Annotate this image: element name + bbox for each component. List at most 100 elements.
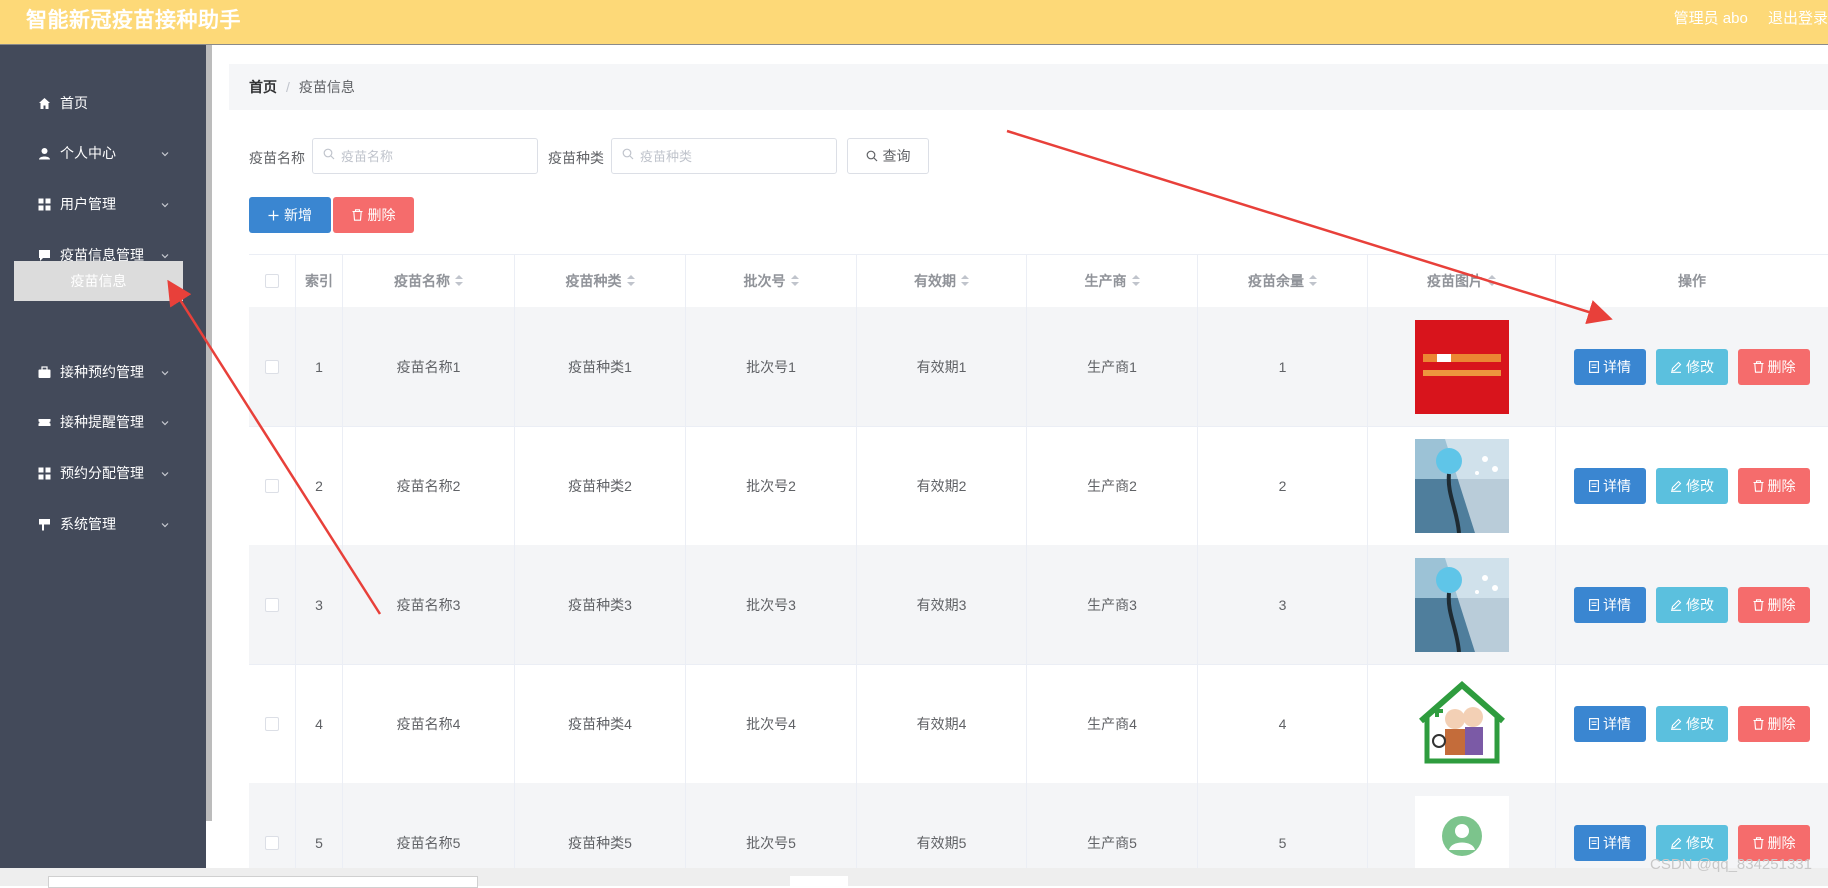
batch-delete-button[interactable]: 删除	[333, 197, 414, 233]
cell-batch: 批次号3	[686, 545, 857, 664]
column-header-batch[interactable]: 批次号	[686, 255, 857, 307]
sort-icon[interactable]	[1488, 275, 1496, 287]
row-checkbox[interactable]	[265, 716, 279, 731]
chevron-down-icon	[160, 197, 170, 213]
query-button[interactable]: 查询	[847, 138, 929, 174]
sidebar-item-reminders[interactable]: 接种提醒管理	[0, 402, 206, 442]
table-row: 5 疫苗名称5 疫苗种类5 批次号5 有效期5 生产商5 5 详情 修改 删除	[249, 783, 1828, 869]
cell-index: 5	[296, 783, 343, 869]
user-area: 管理员 abo 退出登录	[1658, 7, 1828, 28]
pencil-icon	[1670, 718, 1682, 730]
sort-icon[interactable]	[790, 275, 799, 287]
column-header-actions: 操作	[1678, 273, 1706, 289]
logout-link[interactable]: 退出登录	[1768, 10, 1828, 27]
sidebar-item-allocation[interactable]: 预约分配管理	[0, 453, 206, 493]
column-header-expiry[interactable]: 有效期	[857, 255, 1027, 307]
detail-button[interactable]: 详情	[1574, 467, 1646, 504]
detail-button[interactable]: 详情	[1574, 824, 1646, 861]
table-header: 索引 疫苗名称 疫苗种类 批次号 有效期 生产商 疫苗余量 疫苗图片 操作	[249, 255, 1828, 308]
sort-icon[interactable]	[1309, 275, 1317, 287]
current-user-label: 管理员 abo	[1673, 10, 1748, 27]
vaccine-name-field[interactable]	[312, 138, 538, 174]
breadcrumb-home[interactable]: 首页	[249, 77, 277, 97]
sidebar-item-label: 接种提醒管理	[60, 414, 144, 430]
add-button-label: 新增	[284, 207, 312, 223]
document-icon	[1589, 479, 1599, 492]
sidebar-item-profile[interactable]: 个人中心	[0, 133, 206, 173]
sidebar-item-label: 个人中心	[60, 145, 116, 161]
column-header-image[interactable]: 疫苗图片	[1368, 255, 1556, 307]
user-icon	[37, 146, 51, 160]
doctor-avatar-image	[1414, 795, 1509, 869]
edit-button[interactable]: 修改	[1656, 586, 1728, 623]
cell-expiry: 有效期1	[857, 307, 1027, 426]
chevron-down-icon	[160, 415, 170, 431]
row-delete-button[interactable]: 删除	[1738, 348, 1810, 385]
vaccine-type-field[interactable]	[611, 138, 837, 174]
row-delete-button[interactable]: 删除	[1738, 467, 1810, 504]
cell-name: 疫苗名称4	[343, 664, 515, 783]
column-header-type[interactable]: 疫苗种类	[515, 255, 686, 307]
delete-button-label: 删除	[367, 207, 396, 223]
select-all-checkbox[interactable]	[265, 274, 279, 288]
bottom-strip-tab	[790, 876, 848, 886]
column-header-maker[interactable]: 生产商	[1027, 255, 1198, 307]
breadcrumb: 首页 / 疫苗信息	[229, 64, 1828, 110]
vaccine-type-label: 疫苗种类	[548, 150, 604, 166]
bottom-strip-field	[48, 876, 478, 888]
sidebar-item-label: 首页	[60, 95, 88, 111]
chevron-down-icon	[160, 146, 170, 162]
sidebar-item-system[interactable]: 系统管理	[0, 504, 206, 544]
vaccine-name-label: 疫苗名称	[249, 150, 305, 166]
document-icon	[1589, 717, 1599, 730]
search-icon	[622, 147, 634, 165]
bottom-strip	[0, 868, 1828, 888]
sidebar-item-home[interactable]: 首页	[0, 83, 206, 123]
cell-name: 疫苗名称5	[343, 783, 515, 869]
column-header-name[interactable]: 疫苗名称	[343, 255, 515, 307]
trash-icon	[352, 209, 363, 221]
sidebar-item-users[interactable]: 用户管理	[0, 184, 206, 224]
column-header-index: 索引	[296, 255, 343, 307]
ticket-icon	[37, 415, 51, 429]
trash-icon	[1753, 360, 1764, 373]
sort-icon[interactable]	[626, 275, 635, 287]
row-checkbox[interactable]	[265, 359, 279, 374]
briefcase-icon	[37, 365, 51, 379]
vaccine-name-input[interactable]	[339, 147, 523, 165]
app-title: 智能新冠疫苗接种助手	[26, 9, 241, 32]
edit-button[interactable]: 修改	[1656, 705, 1728, 742]
row-checkbox[interactable]	[265, 478, 279, 493]
sidebar-item-appointments[interactable]: 接种预约管理	[0, 352, 206, 392]
cell-stock: 2	[1198, 426, 1368, 545]
vaccine-type-input[interactable]	[638, 147, 822, 165]
sidebar: 首页 个人中心 用户管理 疫苗信息管理 接种预约管理 接种提醒管理 预约分配管理…	[0, 45, 206, 868]
cell-name: 疫苗名称2	[343, 426, 515, 545]
trash-icon	[1753, 717, 1764, 730]
row-checkbox[interactable]	[265, 597, 279, 612]
elderly-couple-image	[1414, 676, 1509, 771]
add-button[interactable]: 新增	[249, 197, 331, 233]
cell-type: 疫苗种类3	[515, 545, 686, 664]
detail-button[interactable]: 详情	[1574, 586, 1646, 623]
column-header-stock[interactable]: 疫苗余量	[1198, 255, 1368, 307]
row-delete-button[interactable]: 删除	[1738, 586, 1810, 623]
edit-button[interactable]: 修改	[1656, 467, 1728, 504]
cell-maker: 生产商3	[1027, 545, 1198, 664]
sort-icon[interactable]	[961, 275, 969, 287]
sort-icon[interactable]	[455, 275, 463, 287]
stethoscope-image	[1414, 438, 1509, 533]
sidebar-item-label: 接种预约管理	[60, 364, 144, 380]
row-checkbox[interactable]	[265, 835, 279, 850]
pencil-icon	[1670, 480, 1682, 492]
sidebar-item-label: 预约分配管理	[60, 465, 144, 481]
row-delete-button[interactable]: 删除	[1738, 705, 1810, 742]
sidebar-subitem-vaccine-info[interactable]: 疫苗信息	[14, 261, 183, 301]
cell-batch: 批次号5	[686, 783, 857, 869]
cell-name: 疫苗名称1	[343, 307, 515, 426]
cell-stock: 3	[1198, 545, 1368, 664]
edit-button[interactable]: 修改	[1656, 348, 1728, 385]
detail-button[interactable]: 详情	[1574, 348, 1646, 385]
detail-button[interactable]: 详情	[1574, 705, 1646, 742]
sort-icon[interactable]	[1131, 275, 1140, 287]
